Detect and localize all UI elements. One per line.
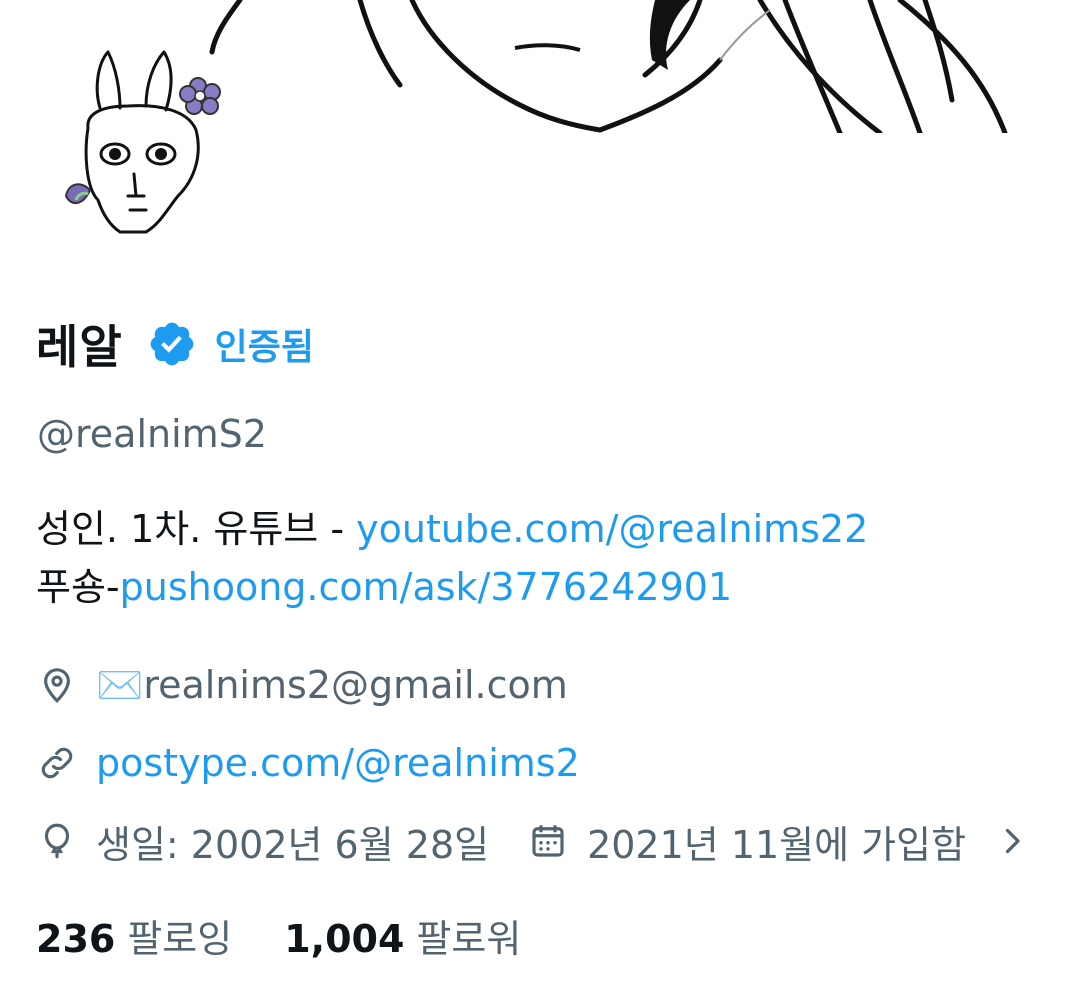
calendar-icon <box>532 825 564 857</box>
bio-line: 푸숑-pushoong.com/ask/3776242901 <box>36 558 1046 616</box>
location-text: ✉️realnims2@gmail.com <box>96 662 568 707</box>
link-icon <box>41 747 73 779</box>
website-row: postype.com/@realnims2 <box>36 734 580 792</box>
website-link[interactable]: postype.com/@realnims2 <box>96 741 580 785</box>
avatar-rabbit-illustration <box>64 50 221 234</box>
profile-bio: 성인. 1차. 유튜브 - youtube.com/@realnims22 푸숑… <box>36 500 1046 616</box>
following-count: 236 <box>36 916 116 961</box>
avatar[interactable] <box>28 28 244 244</box>
bio-text: 성인. 1차. 유튜브 - <box>36 507 357 551</box>
follow-stats: 236 팔로잉 1,004 팔로워 <box>36 905 521 965</box>
location-pin-icon <box>44 668 70 703</box>
balloon-icon <box>44 823 70 859</box>
following-label: 팔로잉 <box>127 916 233 961</box>
verified-label[interactable]: 인증됨 <box>215 318 314 370</box>
location-row: ✉️realnims2@gmail.com <box>36 656 568 714</box>
joined-text: 2021년 11월에 가입함 <box>587 822 967 867</box>
joined-group: 2021년 11월에 가입함 <box>527 814 1030 869</box>
dates-row[interactable]: 생일: 2002년 6월 28일 2021년 11월에 가입함 <box>36 812 1030 870</box>
display-name: 레알 <box>36 320 123 374</box>
followers-count: 1,004 <box>284 916 405 961</box>
followers-link[interactable]: 1,004 팔로워 <box>284 908 521 963</box>
verified-badge-icon[interactable] <box>147 319 197 369</box>
youtube-link[interactable]: youtube.com/@realnims22 <box>356 507 868 551</box>
pushoong-link[interactable]: pushoong.com/ask/3776242901 <box>120 565 733 609</box>
bio-text: 푸숑- <box>36 565 120 609</box>
chevron-right-icon[interactable] <box>994 823 1030 859</box>
display-name-row: 레알 인증됨 <box>36 304 314 384</box>
birthday-text: 생일: 2002년 6월 28일 <box>96 822 490 867</box>
following-link[interactable]: 236 팔로잉 <box>36 908 232 963</box>
bio-line: 성인. 1차. 유튜브 - youtube.com/@realnims22 <box>36 500 1046 558</box>
followers-label: 팔로워 <box>416 916 522 961</box>
profile-handle: @realnimS2 <box>37 412 267 456</box>
